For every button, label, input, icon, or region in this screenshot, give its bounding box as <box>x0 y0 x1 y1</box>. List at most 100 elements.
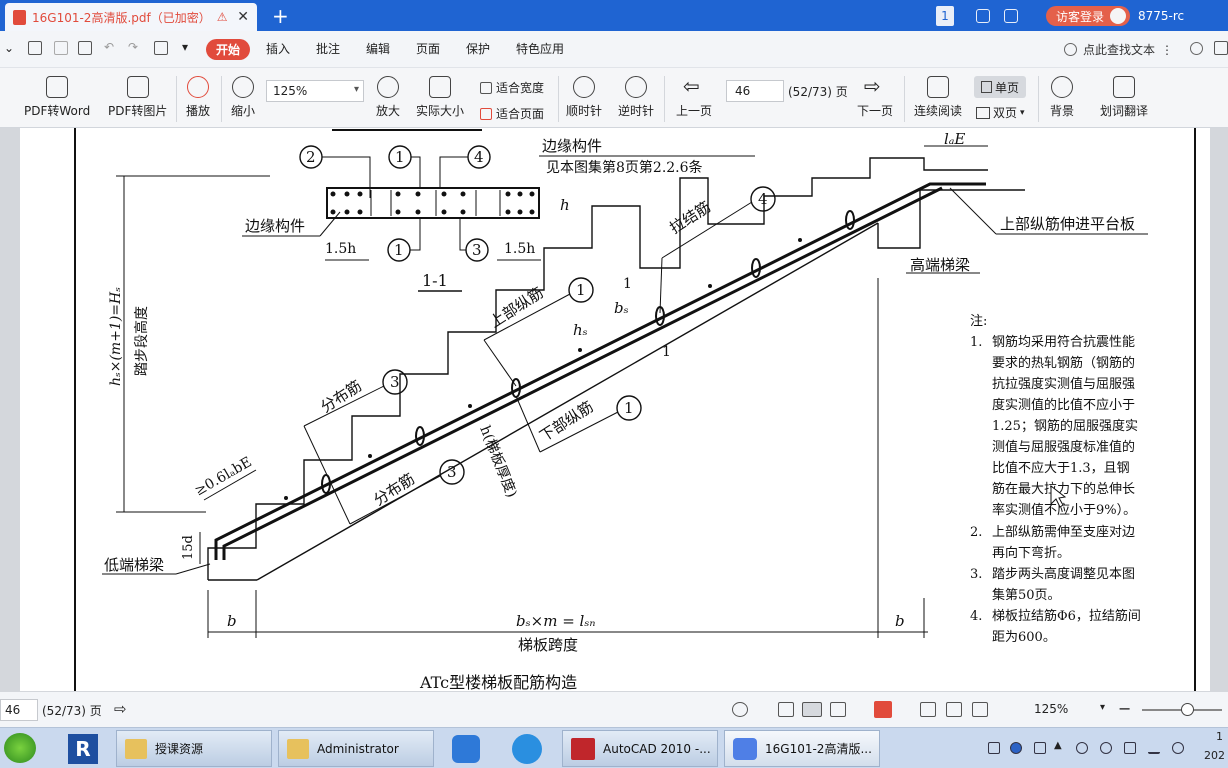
chevron-down-icon[interactable]: ▾ <box>1100 702 1105 713</box>
menu-home[interactable]: 开始 <box>206 39 250 60</box>
start-button[interactable] <box>4 733 36 763</box>
browser-app-icon[interactable] <box>512 734 542 764</box>
taskbar-item-administrator[interactable]: Administrator <box>278 730 434 767</box>
rotate-ccw-label: 逆时针 <box>618 104 655 118</box>
fit-page-icon <box>480 107 492 120</box>
signal-icon[interactable] <box>1148 742 1160 754</box>
prev-page-button[interactable]: ⇦ 上一页 <box>676 76 712 119</box>
page-count: (52/73) 页 <box>788 85 848 99</box>
open-folder-icon[interactable] <box>28 41 42 55</box>
pdf-file-icon <box>13 9 26 25</box>
note-2-number: 2. <box>970 525 982 540</box>
taskbar-item-pdf[interactable]: 16G101-2高清版... <box>724 730 880 767</box>
translate-button[interactable]: 划词翻译 <box>1100 76 1148 119</box>
find-text[interactable]: 点此查找文本 ⋮ <box>1064 41 1173 58</box>
keyboard-icon[interactable] <box>988 742 1000 754</box>
volume-icon[interactable] <box>1172 742 1184 754</box>
shirt-icon[interactable] <box>1004 9 1018 23</box>
zoom-out-button[interactable]: 缩小 <box>231 76 255 119</box>
clipboard-icon[interactable] <box>1124 742 1136 754</box>
taskbar-item-autocad[interactable]: AutoCAD 2010 -... <box>562 730 718 767</box>
qq-icon[interactable] <box>1100 742 1112 754</box>
quick-menu-chevron-icon[interactable]: ▾ <box>182 40 188 54</box>
divider <box>176 76 177 122</box>
new-tab-button[interactable]: + <box>272 4 289 28</box>
settings-icon[interactable] <box>1190 42 1203 55</box>
login-button[interactable]: 访客登录 <box>1046 6 1131 26</box>
actual-size-icon[interactable] <box>920 702 936 717</box>
double-view-icon[interactable] <box>830 702 846 717</box>
window-icon[interactable] <box>1214 41 1228 55</box>
tray-up-icon[interactable]: ▲ <box>1054 740 1062 751</box>
status-zoom[interactable]: 125% <box>1034 702 1068 716</box>
menu-protect[interactable]: 保护 <box>466 40 490 57</box>
taskbar-item-resources[interactable]: 授课资源 <box>116 730 272 767</box>
fit-width-icon[interactable] <box>972 702 988 717</box>
chevron-down-icon[interactable]: ⌄ <box>4 41 14 55</box>
single-page-button[interactable]: 单页 <box>974 76 1026 98</box>
double-page-label: 双页 <box>993 106 1018 120</box>
fit-width-button[interactable]: 适合宽度 <box>480 79 544 96</box>
pdf-to-image-button[interactable]: PDF转图片 <box>108 76 167 119</box>
single-view-icon[interactable] <box>802 702 822 717</box>
actual-size-button[interactable]: 实际大小 <box>416 76 464 119</box>
divider <box>221 76 222 122</box>
menu-page[interactable]: 页面 <box>416 40 440 57</box>
rotate-cw-label: 顺时针 <box>566 104 603 118</box>
continuous-read-button[interactable]: 连续阅读 <box>914 76 962 119</box>
help-icon[interactable] <box>1010 742 1022 754</box>
zoom-select[interactable]: 125% <box>266 80 364 102</box>
play-button[interactable]: 播放 <box>186 76 210 119</box>
redo-icon[interactable]: ↷ <box>128 40 138 54</box>
revit-app-icon[interactable]: R <box>68 734 98 764</box>
eye-protect-icon[interactable] <box>732 702 748 717</box>
span-formula: bₛ×m = lₛₙ <box>516 612 595 630</box>
status-page-input[interactable]: 46 <box>0 699 38 721</box>
edge-member-top-label: 边缘构件 <box>542 137 602 155</box>
rotate-cw-button[interactable]: 顺时针 <box>566 76 602 119</box>
note-4-number: 4. <box>970 609 982 624</box>
network-icon[interactable] <box>1034 742 1046 754</box>
zoom-minus-button[interactable]: − <box>1118 699 1131 718</box>
next-page-button[interactable]: ⇨ 下一页 <box>857 76 893 119</box>
actual-size-label: 实际大小 <box>416 104 465 118</box>
double-page-button[interactable]: 双页 ▾ <box>976 104 1025 121</box>
share-icon[interactable] <box>154 41 168 55</box>
play-icon[interactable] <box>874 701 892 718</box>
section-rebar-dots <box>330 191 535 215</box>
document-view[interactable]: 2 1 4 1 3 边缘构件 见本图集第8页第2.2.6条 边缘构件 h 1.5… <box>0 128 1228 691</box>
zoom-slider-knob[interactable] <box>1181 703 1194 716</box>
dim-b-right: b <box>895 612 905 630</box>
dist-bar-label-lower: 分布筋 <box>370 470 418 510</box>
fit-page-icon[interactable] <box>946 702 962 717</box>
print-icon[interactable] <box>78 41 92 55</box>
background-button[interactable]: 背景 <box>1050 76 1074 119</box>
document-tab[interactable]: 16G101-2高清版.pdf（已加密） ⚠ ✕ <box>5 3 257 31</box>
security-app-icon[interactable] <box>452 735 480 763</box>
menu-annotate[interactable]: 批注 <box>316 40 340 57</box>
menu-insert[interactable]: 插入 <box>266 40 290 57</box>
skin-icon[interactable] <box>976 9 990 23</box>
continuous-view-icon[interactable] <box>778 702 794 717</box>
actual-size-icon <box>429 76 451 98</box>
shield-icon[interactable] <box>1076 742 1088 754</box>
zoom-in-label: 放大 <box>376 104 401 118</box>
title-bar: 16G101-2高清版.pdf（已加密） ⚠ ✕ + 1 访客登录 8775-r… <box>0 0 1228 31</box>
dist-bar-callout-upper-number: 3 <box>390 373 400 391</box>
close-tab-icon[interactable]: ✕ <box>237 9 249 25</box>
rotate-ccw-button[interactable]: 逆时针 <box>618 76 654 119</box>
fit-page-button[interactable]: 适合页面 <box>480 105 544 122</box>
undo-icon[interactable]: ↶ <box>104 40 114 54</box>
more-icon[interactable]: ⋮ <box>1161 43 1173 57</box>
cut-mark-lower: 1 <box>662 344 671 360</box>
divider <box>558 76 559 122</box>
go-to-page-icon[interactable]: ⇨ <box>114 700 127 718</box>
page-input[interactable]: 46 <box>726 80 784 102</box>
zoom-in-button[interactable]: 放大 <box>376 76 400 119</box>
window-count-badge[interactable]: 1 <box>936 6 954 26</box>
save-icon[interactable] <box>54 41 68 55</box>
height-label: 踏步段高度 <box>133 306 150 376</box>
pdf-to-word-button[interactable]: PDF转Word <box>24 76 90 119</box>
menu-edit[interactable]: 编辑 <box>366 40 390 57</box>
menu-special[interactable]: 特色应用 <box>516 40 564 57</box>
